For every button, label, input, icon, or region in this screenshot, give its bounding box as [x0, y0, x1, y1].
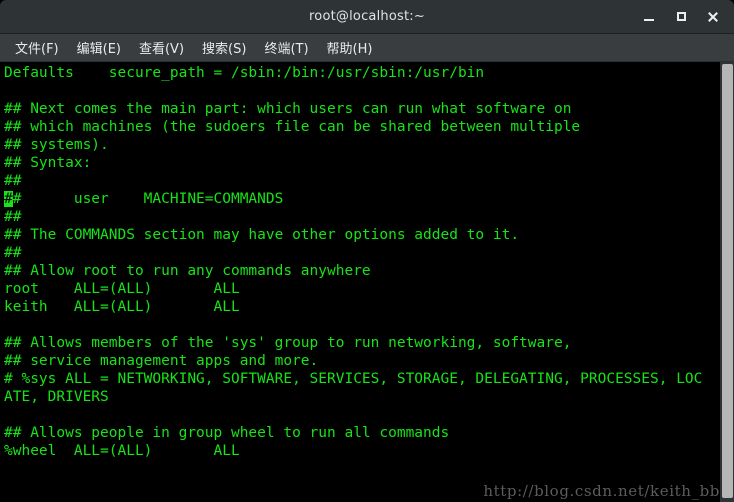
- terminal-screen[interactable]: Defaults secure_path = /sbin:/bin:/usr/s…: [0, 62, 734, 502]
- maximize-button[interactable]: [666, 4, 696, 30]
- terminal-line: ## Syntax:: [4, 155, 92, 171]
- maximize-icon: [676, 12, 686, 21]
- terminal-line: ATE, DRIVERS: [4, 389, 109, 405]
- terminal-line: ##: [4, 209, 22, 225]
- terminal-line: ##: [4, 173, 22, 189]
- terminal-window: root@localhost:~ 文件(F) 编辑(E) 查看(V) 搜索(S)…: [0, 0, 734, 502]
- terminal-line: ## Next comes the main part: which users…: [4, 101, 572, 117]
- close-icon: [707, 11, 719, 23]
- terminal-scrollbar[interactable]: [720, 62, 734, 502]
- terminal-line: ## systems).: [4, 137, 109, 153]
- terminal-line: ## service management apps and more.: [4, 353, 319, 369]
- menu-item-view[interactable]: 查看(V): [130, 35, 193, 60]
- terminal-line: Defaults secure_path = /sbin:/bin:/usr/s…: [4, 65, 485, 81]
- menu-item-edit[interactable]: 编辑(E): [68, 35, 130, 60]
- window-title: root@localhost:~: [309, 9, 425, 24]
- menu-bar: 文件(F) 编辑(E) 查看(V) 搜索(S) 终端(T) 帮助(H): [0, 34, 734, 62]
- close-button[interactable]: [698, 4, 728, 30]
- terminal-line: ## which machines (the sudoers file can …: [4, 119, 581, 135]
- terminal-line: %wheel ALL=(ALL) ALL: [4, 443, 240, 459]
- terminal-line: ## Allows people in group wheel to run a…: [4, 425, 450, 441]
- window-controls: [634, 0, 728, 33]
- terminal-line: root ALL=(ALL) ALL: [4, 281, 240, 297]
- menu-item-terminal[interactable]: 终端(T): [255, 35, 317, 60]
- minimize-icon: [644, 19, 654, 21]
- terminal-text-buffer: Defaults secure_path = /sbin:/bin:/usr/s…: [4, 64, 702, 460]
- terminal-line: ## user MACHINE=COMMANDS: [4, 191, 284, 207]
- terminal-line: # %sys ALL = NETWORKING, SOFTWARE, SERVI…: [4, 371, 703, 387]
- terminal-line: keith ALL=(ALL) ALL: [4, 299, 240, 315]
- scrollbar-thumb[interactable]: [722, 64, 733, 498]
- terminal-line: ## Allow root to run any commands anywhe…: [4, 263, 371, 279]
- minimize-button[interactable]: [634, 4, 664, 30]
- watermark-text: http://blog.csdn.net/keith_bb: [483, 482, 720, 500]
- menu-item-search[interactable]: 搜索(S): [193, 35, 255, 60]
- menu-item-file[interactable]: 文件(F): [6, 35, 68, 60]
- title-bar[interactable]: root@localhost:~: [0, 0, 734, 33]
- menu-item-help[interactable]: 帮助(H): [318, 35, 382, 60]
- terminal-cursor: #: [4, 191, 13, 207]
- terminal-line: ## Allows members of the 'sys' group to …: [4, 335, 572, 351]
- terminal-line: ## The COMMANDS section may have other o…: [4, 227, 520, 243]
- terminal-line: ##: [4, 245, 22, 261]
